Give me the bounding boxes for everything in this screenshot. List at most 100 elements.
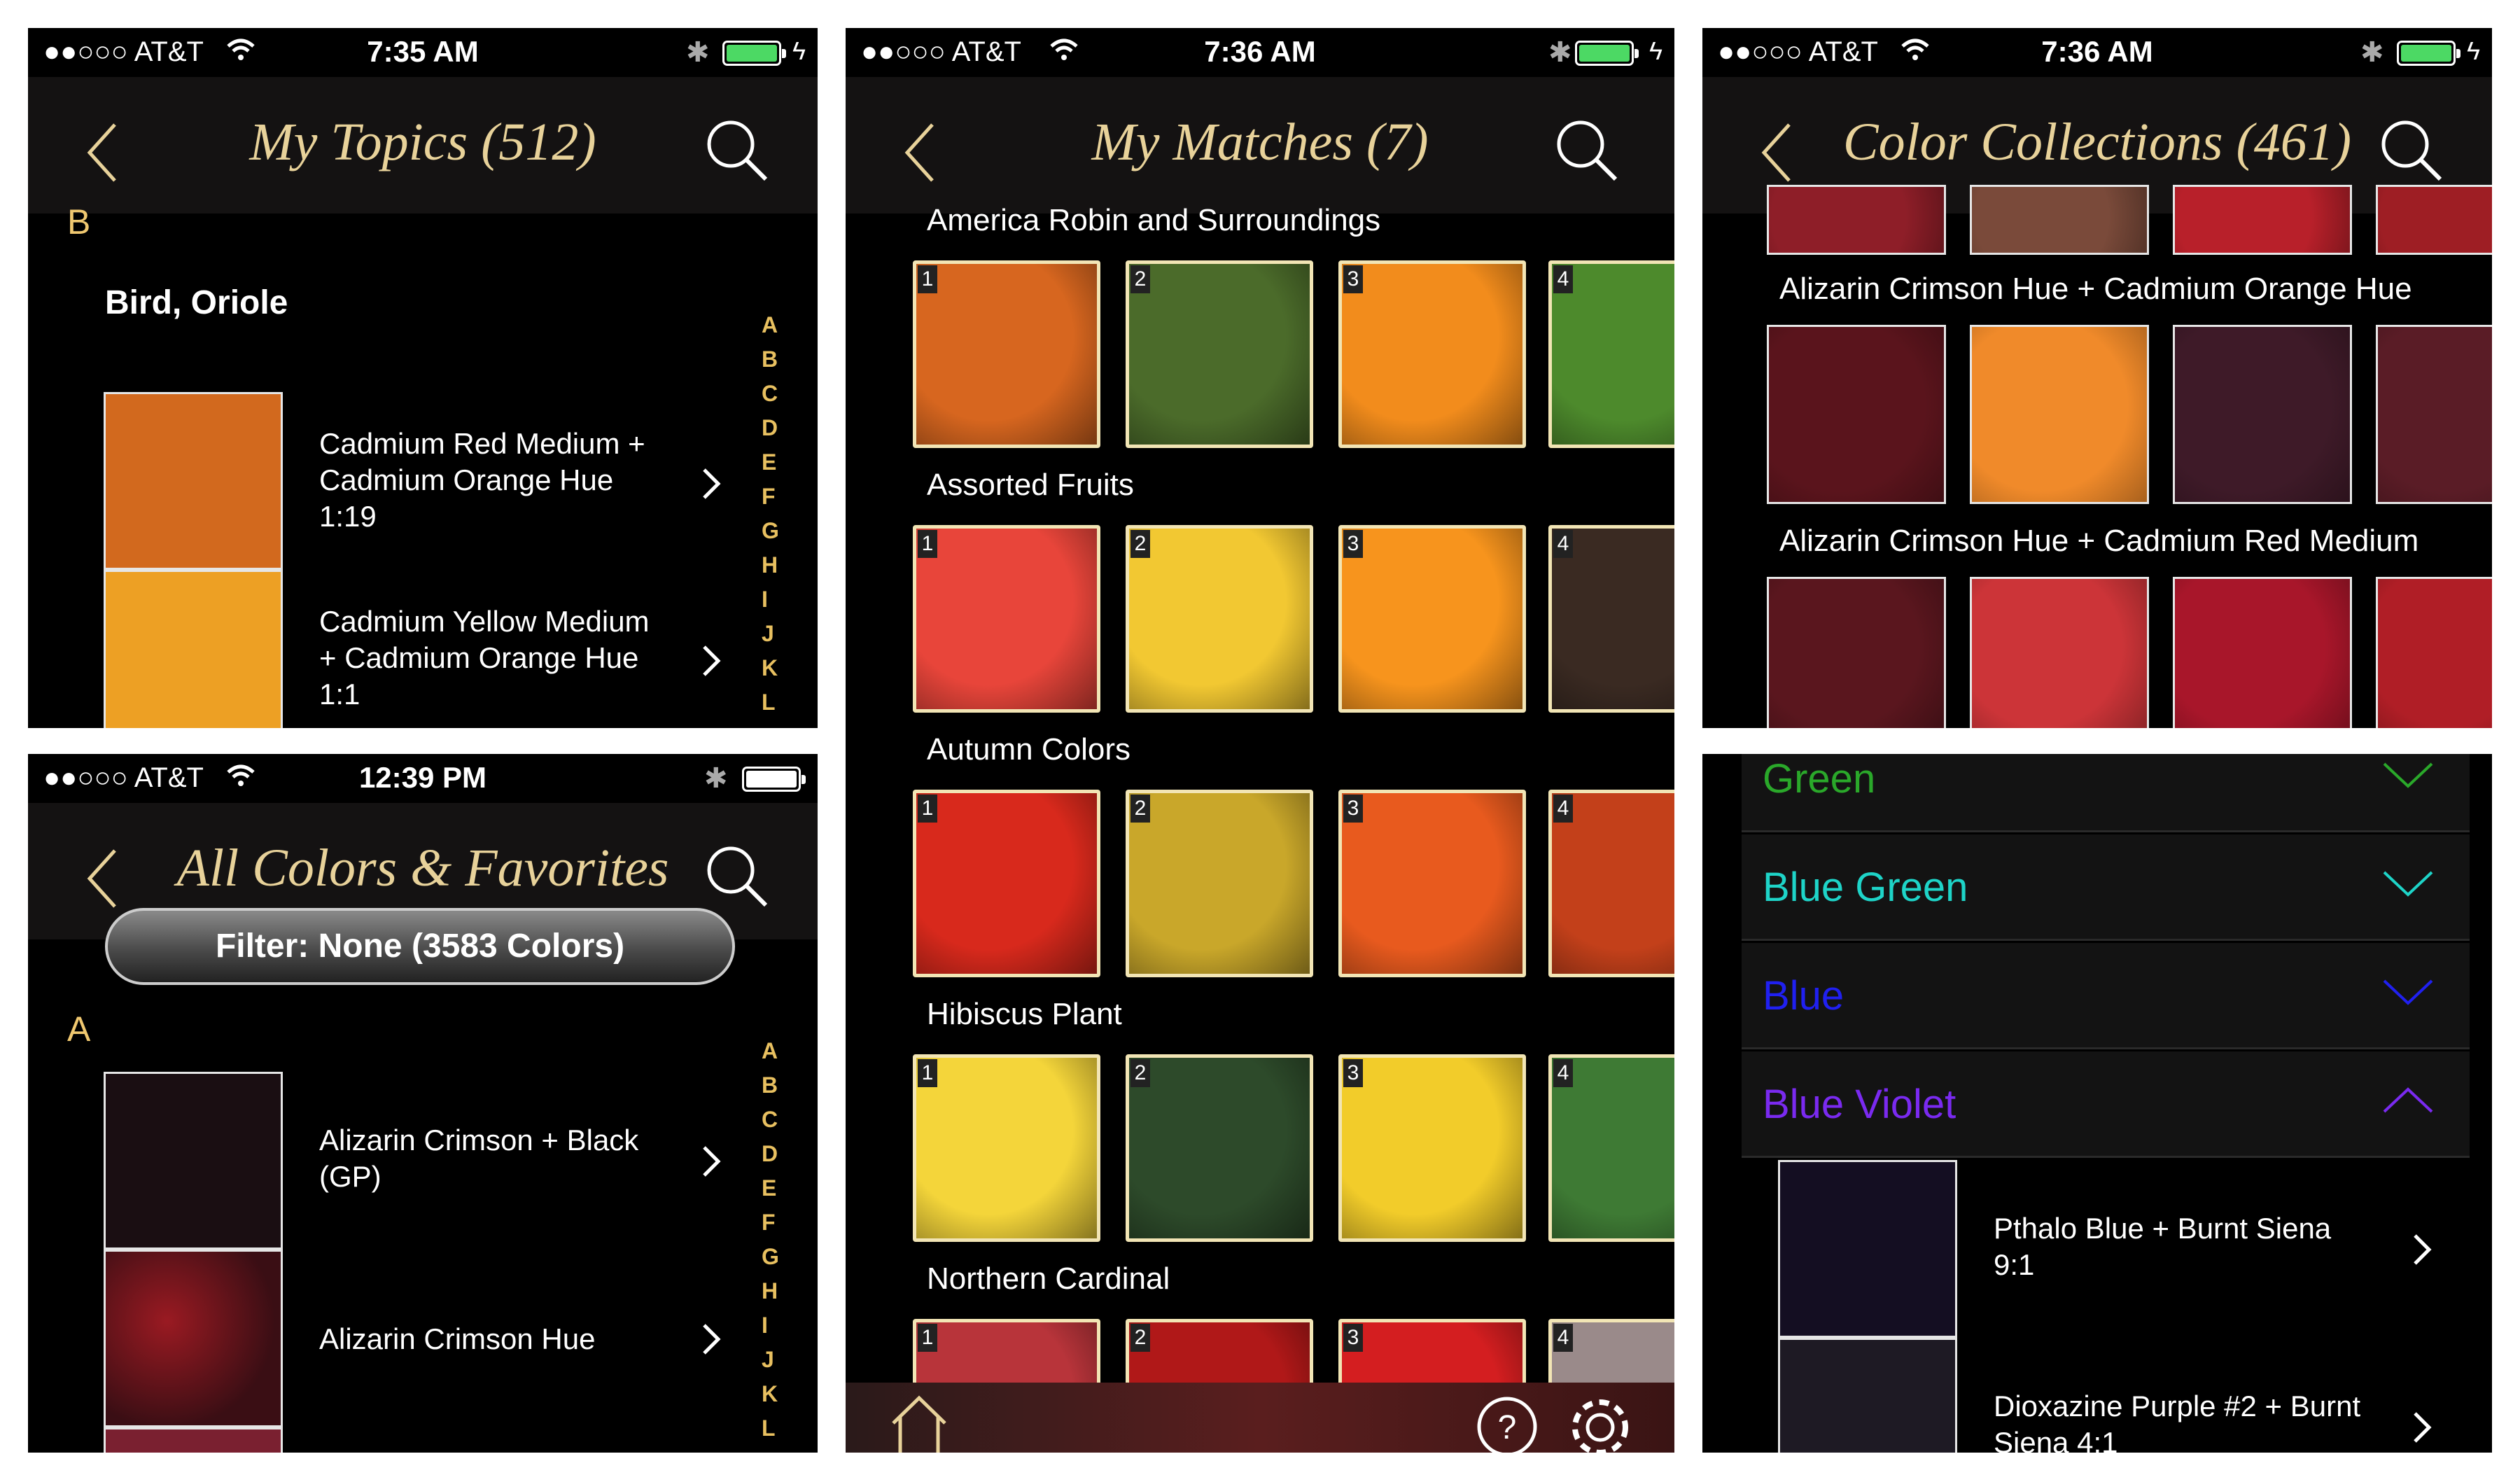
navigation-bar: My Matches (7) — [846, 77, 1674, 214]
thumbnail-number: 2 — [1130, 795, 1150, 823]
match-thumbnail[interactable]: 2 — [1126, 525, 1313, 713]
match-section-title: Hibiscus Plant — [927, 997, 1122, 1031]
match-thumbnail[interactable]: 1 — [913, 525, 1100, 713]
page-title: All Colors & Favorites — [176, 839, 669, 897]
collection-swatch[interactable] — [2376, 185, 2492, 255]
section-letter: B — [67, 202, 91, 242]
collection-swatch[interactable] — [2173, 325, 2352, 504]
help-icon[interactable]: ? — [1476, 1395, 1539, 1453]
color-swatch — [104, 1427, 283, 1453]
match-thumbnail[interactable]: 2 — [1126, 1054, 1313, 1242]
bluetooth-icon: ✱ — [2360, 37, 2384, 68]
settings-gear-icon[interactable] — [1565, 1392, 1635, 1453]
panel-color-categories: Green Blue Green Blue Blue Violet Pthalo… — [1702, 754, 2492, 1453]
match-section-title: Northern Cardinal — [927, 1261, 1170, 1296]
topic-heading: Bird, Oriole — [105, 284, 288, 321]
page-title: Color Collections (461) — [1842, 113, 2352, 172]
category-label: Green — [1763, 756, 1876, 802]
thumbnail-number: 3 — [1343, 265, 1363, 293]
search-icon[interactable] — [704, 844, 770, 909]
tab-bar: ? — [846, 1383, 1674, 1453]
collection-swatch[interactable] — [2173, 577, 2352, 728]
match-thumbnail[interactable]: 4 — [1548, 790, 1674, 977]
match-thumbnail[interactable]: 2 — [1126, 260, 1313, 448]
panel-color-collections: ●●○○○ AT&T 7:36 AM ✱ ϟ Color Collections… — [1702, 28, 2492, 728]
thumbnail-number: 1 — [918, 265, 937, 293]
chevron-up-icon — [2383, 1087, 2433, 1113]
thumbnail-number: 4 — [1553, 795, 1573, 823]
match-thumbnail[interactable]: 3 — [1338, 260, 1526, 448]
list-item-label: Cadmium Red Medium + Cadmium Orange Hue 1:… — [319, 427, 645, 533]
match-thumbnail[interactable]: 1 — [913, 260, 1100, 448]
collection-swatch[interactable] — [2376, 577, 2492, 728]
page-title: My Topics (512) — [249, 113, 596, 172]
color-swatch — [104, 1250, 283, 1427]
clock-time: 12:39 PM — [358, 761, 487, 794]
collection-swatch[interactable] — [1767, 325, 1946, 504]
panel-all-colors: ●●○○○ AT&T 12:39 PM ✱ All Colors & Favor… — [28, 754, 818, 1453]
chevron-right-icon — [703, 645, 721, 676]
thumbnail-number: 2 — [1130, 265, 1150, 293]
category-row-blue[interactable]: Blue — [1742, 943, 2470, 1049]
list-item-label: Dioxazine Purple #2 + Burnt Siena 4:1 — [1994, 1390, 2361, 1453]
thumbnail-number: 4 — [1553, 530, 1573, 558]
list-item-label: Pthalo Blue + Burnt Siena 9:1 — [1994, 1212, 2332, 1281]
thumbnail-number: 1 — [918, 1059, 937, 1087]
thumbnail-number: 1 — [918, 530, 937, 558]
svg-text:?: ? — [1498, 1409, 1517, 1446]
chevron-right-icon — [703, 468, 721, 499]
color-swatch — [1778, 1160, 1957, 1338]
collection-swatch[interactable] — [2376, 325, 2492, 504]
match-thumbnail[interactable]: 1 — [913, 1054, 1100, 1242]
home-icon[interactable] — [888, 1392, 951, 1453]
collection-swatch[interactable] — [1767, 185, 1946, 255]
match-thumbnail[interactable]: 4 — [1548, 1054, 1674, 1242]
search-icon[interactable] — [2379, 118, 2444, 183]
category-label: Blue — [1763, 973, 1844, 1019]
chevron-down-icon — [2383, 762, 2433, 788]
collection-swatch[interactable] — [1970, 325, 2149, 504]
thumbnail-number: 4 — [1553, 265, 1573, 293]
match-thumbnail[interactable]: 1 — [913, 790, 1100, 977]
match-thumbnail[interactable]: 3 — [1338, 525, 1526, 713]
collection-title: Alizarin Crimson Hue + Cadmium Red Mediu… — [1779, 524, 2419, 558]
category-row-blue-green[interactable]: Blue Green — [1742, 834, 2470, 941]
chevron-right-icon — [2414, 1412, 2432, 1443]
match-thumbnail[interactable]: 3 — [1338, 1054, 1526, 1242]
collection-swatch[interactable] — [1970, 185, 2149, 255]
search-icon[interactable] — [704, 118, 770, 183]
filter-button[interactable]: Filter: None (3583 Colors) — [105, 908, 735, 985]
match-thumbnail[interactable]: 3 — [1338, 790, 1526, 977]
category-list: Green Blue Green Blue Blue Violet — [1742, 754, 2470, 1216]
collection-swatch[interactable] — [1970, 577, 2149, 728]
color-swatch — [104, 1072, 283, 1250]
charging-icon: ϟ — [2467, 36, 2481, 65]
status-bar: ●●○○○ AT&T 7:35 AM ✱ ϟ — [28, 28, 818, 77]
category-row-blue-violet[interactable]: Blue Violet — [1742, 1051, 2470, 1158]
match-thumbnail[interactable]: 4 — [1548, 260, 1674, 448]
color-swatch — [104, 570, 283, 728]
collection-swatch[interactable] — [2173, 185, 2352, 255]
collection-swatch[interactable] — [1767, 577, 1946, 728]
bluetooth-icon: ✱ — [1548, 37, 1572, 68]
section-letter: A — [67, 1009, 91, 1049]
list-item-label: Alizarin Crimson Hue — [319, 1322, 596, 1355]
color-swatch — [104, 392, 283, 570]
panel-my-topics: ●●○○○ AT&T 7:35 AM ✱ ϟ My Topics (512) B… — [28, 28, 818, 728]
status-bar: ●●○○○ AT&T 7:36 AM ✱ ϟ — [846, 28, 1674, 77]
thumbnail-number: 2 — [1130, 1059, 1150, 1087]
battery-icon — [2397, 41, 2460, 66]
category-row-green[interactable]: Green — [1742, 754, 2470, 832]
match-thumbnail[interactable]: 2 — [1126, 790, 1313, 977]
search-icon[interactable] — [1554, 118, 1620, 183]
chevron-right-icon — [703, 1146, 721, 1177]
match-thumbnail[interactable]: 4 — [1548, 525, 1674, 713]
charging-icon: ϟ — [1649, 36, 1663, 65]
chevron-right-icon — [703, 1324, 721, 1355]
chevron-down-icon — [2383, 871, 2433, 897]
thumbnail-number: 2 — [1130, 530, 1150, 558]
status-bar: ●●○○○ AT&T 7:36 AM ✱ ϟ — [1702, 28, 2492, 77]
battery-icon — [722, 41, 786, 66]
category-label: Blue Violet — [1763, 1082, 1956, 1127]
match-section-title: Autumn Colors — [927, 732, 1131, 767]
